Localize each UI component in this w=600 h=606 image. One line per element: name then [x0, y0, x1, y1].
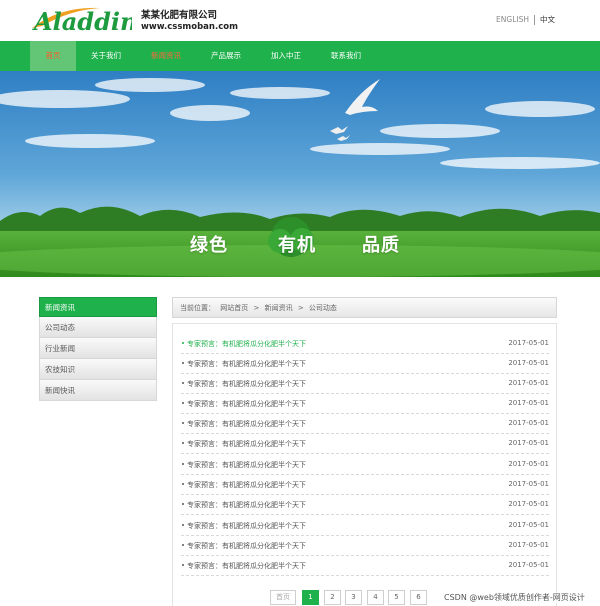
- news-row[interactable]: 专家预言：有机肥将瓜分化肥半个天下 2017-05-01: [181, 334, 549, 354]
- news-title[interactable]: 专家预言：有机肥将瓜分化肥半个天下: [187, 359, 306, 369]
- language-switcher: ENGLISH 中文: [496, 14, 555, 25]
- pagination-page-button[interactable]: 1: [302, 590, 319, 605]
- news-title[interactable]: 专家预言：有机肥将瓜分化肥半个天下: [187, 339, 306, 349]
- bullet-icon: [182, 402, 184, 404]
- banner-slogan-organic: 有机: [278, 235, 316, 256]
- news-row[interactable]: 专家预言：有机肥将瓜分化肥半个天下 2017-05-01: [181, 394, 549, 414]
- news-date: 2017-05-01: [508, 500, 549, 508]
- pagination-page-button[interactable]: 5: [388, 590, 405, 605]
- bullet-icon: [182, 463, 184, 465]
- news-row[interactable]: 专家预言：有机肥将瓜分化肥半个天下 2017-05-01: [181, 414, 549, 434]
- lang-english-link[interactable]: ENGLISH: [496, 15, 529, 24]
- news-title[interactable]: 专家预言：有机肥将瓜分化肥半个天下: [187, 521, 306, 531]
- breadcrumb-separator: >: [297, 304, 304, 312]
- bullet-icon: [182, 503, 184, 505]
- breadcrumb-prefix: 当前位置：: [180, 304, 215, 312]
- news-row[interactable]: 专家预言：有机肥将瓜分化肥半个天下 2017-05-01: [181, 354, 549, 374]
- bullet-icon: [182, 483, 184, 485]
- svg-text:Aladdin: Aladdin: [32, 7, 132, 34]
- news-date: 2017-05-01: [508, 561, 549, 569]
- news-date: 2017-05-01: [508, 379, 549, 387]
- bullet-icon: [182, 564, 184, 566]
- bullet-icon: [182, 544, 184, 546]
- news-title[interactable]: 专家预言：有机肥将瓜分化肥半个天下: [187, 379, 306, 389]
- bullet-icon: [182, 442, 184, 444]
- news-row[interactable]: 专家预言：有机肥将瓜分化肥半个天下 2017-05-01: [181, 434, 549, 454]
- pagination-page-button[interactable]: 4: [367, 590, 384, 605]
- bullet-icon: [182, 342, 184, 344]
- news-date: 2017-05-01: [508, 521, 549, 529]
- news-date: 2017-05-01: [508, 359, 549, 367]
- news-title[interactable]: 专家预言：有机肥将瓜分化肥半个天下: [187, 460, 306, 470]
- main-nav: 首页 关于我们 新闻资讯 产品展示 加入中正 联系我们: [0, 41, 600, 71]
- news-date: 2017-05-01: [508, 439, 549, 447]
- news-title[interactable]: 专家预言：有机肥将瓜分化肥半个天下: [187, 439, 306, 449]
- sidebar-item-industry-news[interactable]: 行业新闻: [39, 338, 157, 359]
- nav-item-contact[interactable]: 联系我们: [316, 41, 376, 71]
- news-date: 2017-05-01: [508, 480, 549, 488]
- aladdin-logo[interactable]: Aladdin: [30, 4, 132, 34]
- lang-chinese-link[interactable]: 中文: [540, 14, 555, 25]
- sidebar-item-company-news[interactable]: 公司动态: [39, 317, 157, 338]
- news-title[interactable]: 专家预言：有机肥将瓜分化肥半个天下: [187, 500, 306, 510]
- news-title[interactable]: 专家预言：有机肥将瓜分化肥半个天下: [187, 561, 306, 571]
- bullet-icon: [182, 524, 184, 526]
- sidebar: 新闻资讯 公司动态 行业新闻 农技知识 新闻快讯: [39, 297, 157, 401]
- site-url: www.cssmoban.com: [141, 22, 238, 32]
- news-title[interactable]: 专家预言：有机肥将瓜分化肥半个天下: [187, 480, 306, 490]
- nav-item-news[interactable]: 新闻资讯: [136, 41, 196, 71]
- news-date: 2017-05-01: [508, 460, 549, 468]
- news-date: 2017-05-01: [508, 339, 549, 347]
- nav-item-products[interactable]: 产品展示: [196, 41, 256, 71]
- csdn-watermark: CSDN @web领域优质创作者-网页设计: [444, 592, 585, 603]
- banner-slogan-quality: 品质: [362, 235, 400, 256]
- news-row[interactable]: 专家预言：有机肥将瓜分化肥半个天下 2017-05-01: [181, 455, 549, 475]
- news-row[interactable]: 专家预言：有机肥将瓜分化肥半个天下 2017-05-01: [181, 536, 549, 556]
- news-title[interactable]: 专家预言：有机肥将瓜分化肥半个天下: [187, 541, 306, 551]
- pagination-page-button[interactable]: 3: [345, 590, 362, 605]
- hero-banner: 绿色 有机 品质: [0, 71, 600, 277]
- news-title[interactable]: 专家预言：有机肥将瓜分化肥半个天下: [187, 419, 306, 429]
- news-row[interactable]: 专家预言：有机肥将瓜分化肥半个天下 2017-05-01: [181, 374, 549, 394]
- news-date: 2017-05-01: [508, 399, 549, 407]
- news-row[interactable]: 专家预言：有机肥将瓜分化肥半个天下 2017-05-01: [181, 556, 549, 576]
- nav-item-join[interactable]: 加入中正: [256, 41, 316, 71]
- sidebar-title: 新闻资讯: [39, 297, 157, 317]
- banner-slogan-green: 绿色: [190, 235, 228, 256]
- breadcrumb-current: 公司动态: [308, 304, 337, 312]
- nav-item-home[interactable]: 首页: [30, 41, 76, 71]
- news-date: 2017-05-01: [508, 541, 549, 549]
- news-row[interactable]: 专家预言：有机肥将瓜分化肥半个天下 2017-05-01: [181, 495, 549, 515]
- nav-item-about[interactable]: 关于我们: [76, 41, 136, 71]
- news-row[interactable]: 专家预言：有机肥将瓜分化肥半个天下 2017-05-01: [181, 516, 549, 536]
- pagination-first-button[interactable]: 首页: [270, 590, 296, 605]
- news-date: 2017-05-01: [508, 419, 549, 427]
- pagination-page-button[interactable]: 6: [410, 590, 427, 605]
- breadcrumb: 当前位置： 网站首页 > 新闻资讯 > 公司动态: [172, 297, 557, 318]
- bullet-icon: [182, 382, 184, 384]
- lang-divider: [534, 14, 535, 25]
- breadcrumb-separator: >: [253, 304, 260, 312]
- company-name: 某某化肥有限公司: [141, 10, 218, 21]
- news-row[interactable]: 专家预言：有机肥将瓜分化肥半个天下 2017-05-01: [181, 475, 549, 495]
- sidebar-item-agri-knowledge[interactable]: 农技知识: [39, 359, 157, 380]
- breadcrumb-section-link[interactable]: 新闻资讯: [265, 304, 293, 312]
- sidebar-item-news-flash[interactable]: 新闻快讯: [39, 380, 157, 401]
- bullet-icon: [182, 362, 184, 364]
- pagination-page-button[interactable]: 2: [324, 590, 341, 605]
- breadcrumb-home-link[interactable]: 网站首页: [220, 304, 248, 312]
- news-title[interactable]: 专家预言：有机肥将瓜分化肥半个天下: [187, 399, 306, 409]
- news-list: 专家预言：有机肥将瓜分化肥半个天下 2017-05-01 专家预言：有机肥将瓜分化…: [172, 323, 557, 606]
- site-header: Aladdin 某某化肥有限公司 www.cssmoban.com ENGLIS…: [0, 0, 600, 41]
- bullet-icon: [182, 422, 184, 424]
